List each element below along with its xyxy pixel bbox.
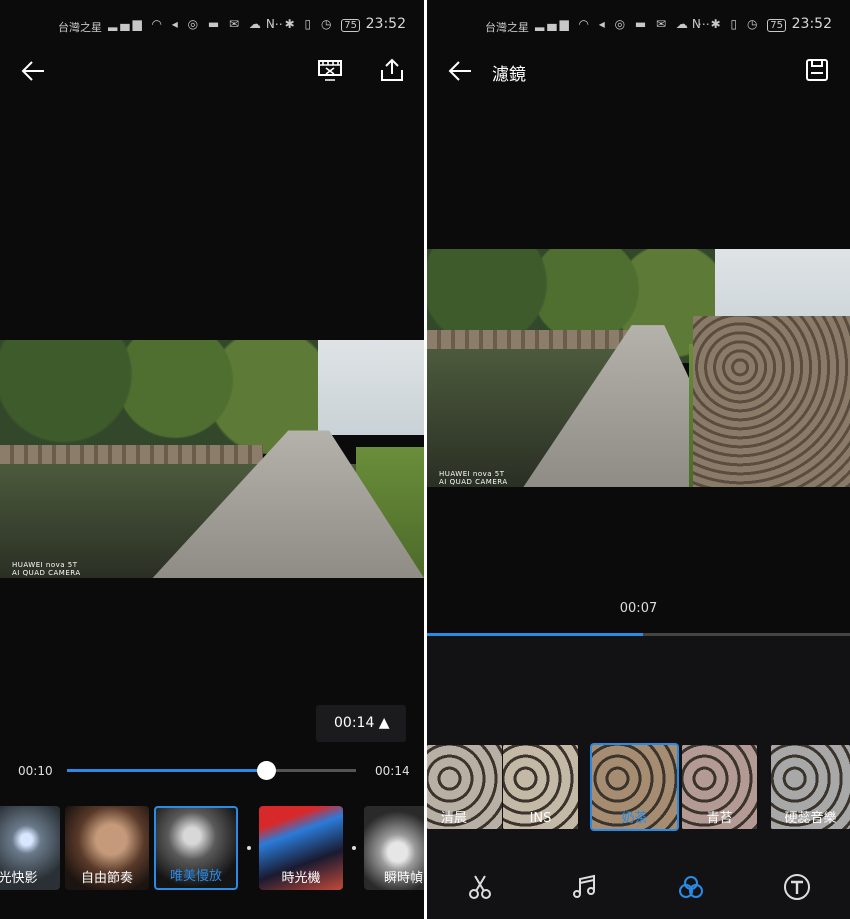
theme-label: 瞬時幀 bbox=[384, 871, 424, 886]
theme-label: 自由節奏 bbox=[80, 871, 133, 886]
theme-item[interactable]: 瞬時幀 bbox=[364, 806, 424, 890]
filter-item-selected[interactable]: 奶茶 bbox=[590, 743, 679, 831]
scrub-end-time: 00:14 bbox=[375, 764, 410, 778]
separator-dot bbox=[247, 846, 251, 850]
theme-editor-panel: 台灣之星 ▂▄▆ ◠ ◂ ◎ ▬ ✉ ☁ ⋯ N ✱ ▯ ◷ 75 23:52 … bbox=[0, 0, 424, 919]
filter-editor-panel: 台灣之星 ▂▄▆ ◠ ◂ ◎ ▬ ✉ ☁ ⋯ N ✱ ▯ ◷ 75 23:52 … bbox=[427, 0, 850, 919]
video-preview[interactable]: HUAWEI nova 5T AI QUAD CAMERA bbox=[427, 249, 850, 487]
filter-item[interactable]: INS bbox=[503, 745, 578, 829]
scissors-icon[interactable] bbox=[465, 872, 495, 902]
scrub-slider-handle[interactable] bbox=[257, 761, 277, 780]
filter-item[interactable]: 硬蕊音樂 bbox=[771, 745, 850, 829]
playback-time: 00:07 bbox=[619, 601, 658, 616]
export-video-icon[interactable] bbox=[316, 56, 344, 84]
page-title: 濾鏡 bbox=[492, 65, 526, 85]
clock: 23:52 bbox=[791, 16, 832, 32]
scrub-start-time: 00:10 bbox=[18, 764, 53, 778]
filter-label: 青苔 bbox=[706, 811, 733, 826]
video-preview[interactable]: HUAWEI nova 5T AI QUAD CAMERA bbox=[0, 340, 424, 578]
filter-item[interactable]: 清晨 bbox=[427, 745, 502, 829]
scrub-slider[interactable] bbox=[67, 761, 356, 780]
scrub-slider-fill bbox=[67, 769, 267, 772]
camera-watermark: HUAWEI nova 5T AI QUAD CAMERA bbox=[12, 561, 81, 577]
theme-strip[interactable]: 光快影 自由節奏 唯美慢放 時光機 瞬時幀 bbox=[0, 806, 424, 890]
system-icons: N ✱ ▯ ◷ 75 bbox=[266, 17, 360, 32]
status-bar: 台灣之星 ▂▄▆ ◠ ◂ ◎ ▬ ✉ ☁ ⋯ N ✱ ▯ ◷ 75 23:52 bbox=[427, 14, 850, 38]
filter-label: 硬蕊音樂 bbox=[784, 811, 837, 826]
theme-item[interactable]: 時光機 bbox=[259, 806, 343, 890]
filter-label: 奶茶 bbox=[621, 811, 648, 826]
theme-item-selected[interactable]: 唯美慢放 bbox=[154, 806, 238, 890]
music-icon[interactable] bbox=[570, 872, 600, 902]
theme-label: 唯美慢放 bbox=[169, 869, 222, 884]
system-icons: N ✱ ▯ ◷ 75 bbox=[692, 17, 786, 32]
carrier-label: 台灣之星 bbox=[58, 21, 102, 34]
carrier-label: 台灣之星 bbox=[485, 21, 529, 34]
theme-label: 時光機 bbox=[281, 871, 321, 886]
text-icon[interactable] bbox=[782, 872, 812, 902]
battery-icon: 75 bbox=[341, 19, 360, 32]
editor-tab-bar bbox=[427, 872, 850, 906]
battery-icon: 75 bbox=[767, 19, 786, 32]
theme-label: 光快影 bbox=[0, 871, 38, 886]
back-arrow-icon[interactable] bbox=[447, 58, 473, 84]
filter-item[interactable]: 青苔 bbox=[682, 745, 757, 829]
filter-label: 清晨 bbox=[441, 811, 468, 826]
save-icon[interactable] bbox=[803, 56, 831, 84]
status-icons: ▂▄▆ ◠ ◂ ◎ ▬ ✉ ☁ ⋯ bbox=[535, 17, 713, 31]
theme-item[interactable]: 自由節奏 bbox=[65, 806, 149, 890]
clock: 23:52 bbox=[365, 16, 406, 32]
share-icon[interactable] bbox=[378, 56, 406, 84]
camera-watermark: HUAWEI nova 5T AI QUAD CAMERA bbox=[439, 470, 508, 486]
filter-label: INS bbox=[529, 811, 552, 826]
filter-icon[interactable] bbox=[676, 872, 706, 902]
duration-selector[interactable]: 00:14 ▲ bbox=[316, 705, 406, 742]
status-bar: 台灣之星 ▂▄▆ ◠ ◂ ◎ ▬ ✉ ☁ ⋯ N ✱ ▯ ◷ 75 23:52 bbox=[0, 14, 424, 38]
separator-dot bbox=[352, 846, 356, 850]
theme-item[interactable]: 光快影 bbox=[0, 806, 60, 890]
back-arrow-icon[interactable] bbox=[20, 58, 46, 84]
status-icons: ▂▄▆ ◠ ◂ ◎ ▬ ✉ ☁ ⋯ bbox=[108, 17, 286, 31]
